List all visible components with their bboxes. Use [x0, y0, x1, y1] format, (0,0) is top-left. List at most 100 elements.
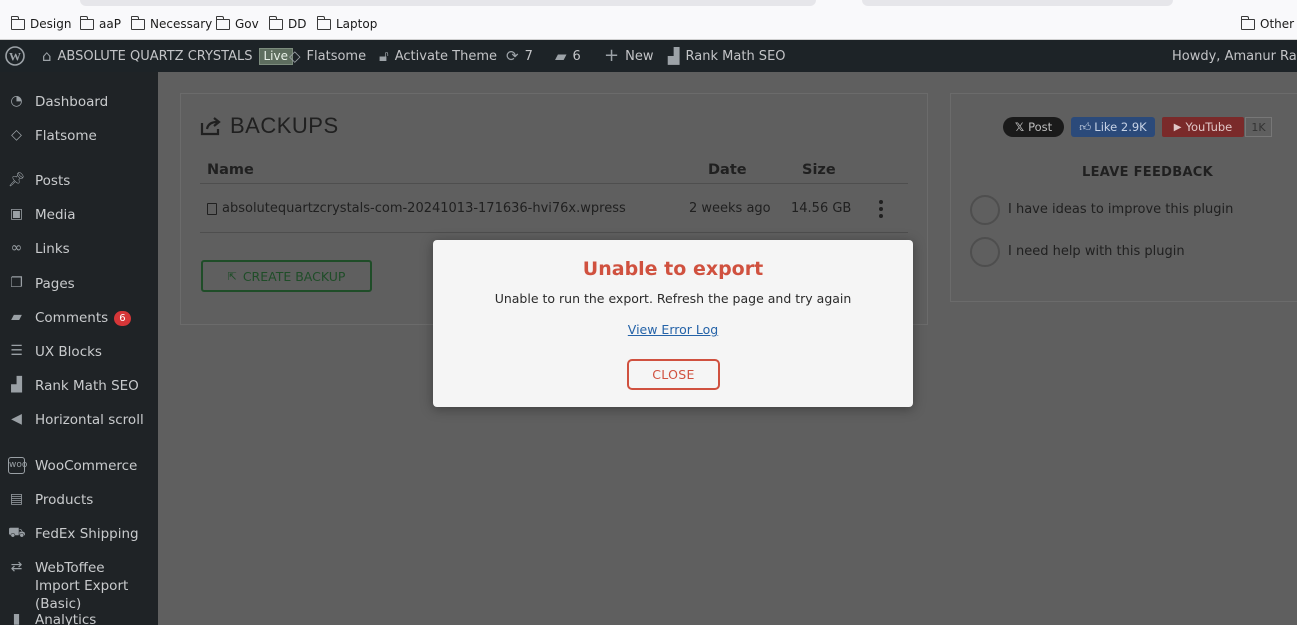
- column-header-size: Size: [802, 162, 836, 178]
- youtube-button[interactable]: ▶ YouTube: [1162, 117, 1244, 137]
- analytics-icon: ▮: [12, 611, 21, 625]
- comment-icon: ▰: [11, 309, 22, 325]
- howdy-user[interactable]: Howdy, Amanur Rahm: [1172, 40, 1297, 72]
- chart-icon: ▟: [11, 377, 22, 393]
- activate-theme-link[interactable]: 🔓︎ Activate Theme: [379, 40, 497, 72]
- view-error-log-link[interactable]: View Error Log: [628, 322, 718, 337]
- youtube-icon: ▶: [1173, 121, 1182, 133]
- bookmarks-bar: Design aaP Necessary Gov DD Laptop Other…: [0, 0, 1297, 40]
- megaphone-icon: ◀: [11, 411, 22, 427]
- close-button[interactable]: CLOSE: [627, 359, 720, 390]
- woo-icon: woo: [8, 457, 27, 474]
- divider: [200, 183, 908, 184]
- sidebar-item-horizontal-scroll[interactable]: ◀ Horizontal scroll: [0, 411, 158, 429]
- feedback-option-ideas[interactable]: I have ideas to improve this plugin: [1008, 202, 1233, 217]
- pages-icon: ❐: [10, 275, 23, 291]
- truck-icon: ⛟: [8, 525, 26, 541]
- sidebar-item-woocommerce[interactable]: woo WooCommerce: [0, 457, 158, 475]
- rank-math-link[interactable]: ▟ Rank Math SEO: [668, 40, 786, 72]
- divider: [200, 232, 908, 233]
- sidebar-item-ux-blocks[interactable]: ☰ UX Blocks: [0, 343, 158, 361]
- modal-title: Unable to export: [582, 258, 764, 280]
- sidebar-item-rank-math[interactable]: ▟ Rank Math SEO: [0, 377, 158, 395]
- sidebar-item-links[interactable]: ∞ Links: [0, 240, 158, 258]
- sidebar-item-webtoffee[interactable]: ⇄ WebToffee Import Export (Basic): [0, 559, 158, 613]
- table-row: absolutequartzcrystals-com-20241013-1716…: [207, 201, 626, 216]
- sidebar-item-fedex[interactable]: ⛟ FedEx Shipping: [0, 525, 158, 543]
- bookmark-item[interactable]: Design: [11, 15, 71, 31]
- new-content-link[interactable]: + New: [604, 40, 653, 72]
- folder-icon: [11, 15, 25, 30]
- blocks-icon: ☰: [10, 343, 23, 359]
- admin-sidebar: ◔ Dashboard ◇ Flatsome 📌︎ Posts ▣ Media ∞ Lin…: [0, 72, 158, 625]
- site-name-link[interactable]: ⌂ ABSOLUTE QUARTZ CRYSTALS Live: [42, 40, 294, 72]
- comment-count-badge: 6: [114, 311, 131, 326]
- feedback-title: LEAVE FEEDBACK: [1082, 165, 1214, 180]
- sidebar-item-pages[interactable]: ❐ Pages: [0, 275, 158, 293]
- sidebar-item-analytics[interactable]: ▮ Analytics: [0, 611, 158, 625]
- svg-text:W: W: [9, 50, 21, 64]
- tab-strip-remnant: [862, 0, 1173, 6]
- theme-link[interactable]: ◇ Flatsome: [289, 40, 366, 72]
- sidebar-item-flatsome[interactable]: ◇ Flatsome: [0, 127, 158, 145]
- home-icon: ⌂: [42, 46, 52, 65]
- modal-message: Unable to run the export. Refresh the pa…: [494, 291, 852, 306]
- more-options-icon[interactable]: [875, 200, 887, 218]
- bookmark-item[interactable]: Laptop: [317, 15, 377, 31]
- export-icon: ⇱: [227, 269, 237, 283]
- updates-link[interactable]: ⟳ 7: [506, 40, 533, 72]
- backup-date: 2 weeks ago: [689, 201, 771, 216]
- diamond-icon: ◇: [289, 46, 301, 65]
- folder-icon: [317, 15, 331, 30]
- tab-strip-remnant: [80, 0, 816, 6]
- feedback-radio-ideas[interactable]: [970, 195, 1000, 225]
- dashboard-icon: ◔: [10, 93, 23, 109]
- backup-size: 14.56 GB: [791, 201, 852, 216]
- refresh-icon: ⟳: [506, 46, 519, 65]
- sidebar-item-comments[interactable]: ▰ Comments 6: [0, 309, 158, 327]
- bookmark-item[interactable]: aaP: [80, 15, 121, 31]
- column-header-name: Name: [207, 162, 254, 178]
- file-icon: [207, 202, 217, 215]
- facebook-like-button[interactable]: 👍︎ Like 2.9K: [1071, 117, 1155, 137]
- bookmark-other[interactable]: Other B: [1241, 15, 1297, 31]
- thumbs-up-icon: 👍︎: [1079, 119, 1092, 134]
- x-icon: 𝕏: [1014, 120, 1025, 134]
- wordpress-icon: W: [5, 46, 25, 66]
- page-title: BACKUPS: [200, 113, 339, 139]
- sidebar-item-products[interactable]: ▤ Products: [0, 491, 158, 509]
- chart-icon: ▟: [668, 46, 680, 65]
- bookmark-item[interactable]: Necessary: [131, 15, 212, 31]
- feedback-option-help[interactable]: I need help with this plugin: [1008, 244, 1185, 259]
- sidebar-item-media[interactable]: ▣ Media: [0, 206, 158, 224]
- export-icon: [200, 117, 221, 136]
- live-badge: Live: [258, 47, 294, 65]
- wp-logo[interactable]: W: [5, 40, 25, 72]
- sync-icon: ⇄: [10, 559, 23, 575]
- archive-icon: ▤: [9, 491, 24, 507]
- folder-icon: [216, 15, 230, 30]
- x-post-button[interactable]: 𝕏 Post: [1003, 117, 1064, 137]
- admin-bar: W ⌂ ABSOLUTE QUARTZ CRYSTALS Live ◇ Flat…: [0, 40, 1297, 72]
- column-header-date: Date: [708, 162, 747, 178]
- folder-icon: [131, 15, 145, 30]
- sidebar-item-posts[interactable]: 📌︎ Posts: [0, 172, 158, 190]
- media-icon: ▣: [9, 206, 24, 222]
- error-modal: Unable to export Unable to run the expor…: [433, 240, 913, 407]
- plus-icon: +: [604, 45, 620, 66]
- lock-icon: 🔓︎: [379, 46, 389, 65]
- bookmark-item[interactable]: Gov: [216, 15, 259, 31]
- sidebar-item-dashboard[interactable]: ◔ Dashboard: [0, 93, 158, 111]
- comments-link[interactable]: ▰ 6: [555, 40, 581, 72]
- feedback-radio-help[interactable]: [970, 237, 1000, 267]
- youtube-count: 1K: [1245, 117, 1272, 137]
- link-icon: ∞: [10, 240, 23, 256]
- folder-icon: [80, 15, 94, 30]
- bookmark-item[interactable]: DD: [269, 15, 306, 31]
- create-backup-button[interactable]: ⇱ CREATE BACKUP: [201, 260, 372, 292]
- error-log-link-wrap: View Error Log: [433, 322, 913, 337]
- pin-icon: 📌︎: [8, 172, 26, 188]
- backup-file-name: absolutequartzcrystals-com-20241013-1716…: [222, 201, 626, 216]
- folder-icon: [269, 15, 283, 30]
- folder-icon: [1241, 15, 1255, 30]
